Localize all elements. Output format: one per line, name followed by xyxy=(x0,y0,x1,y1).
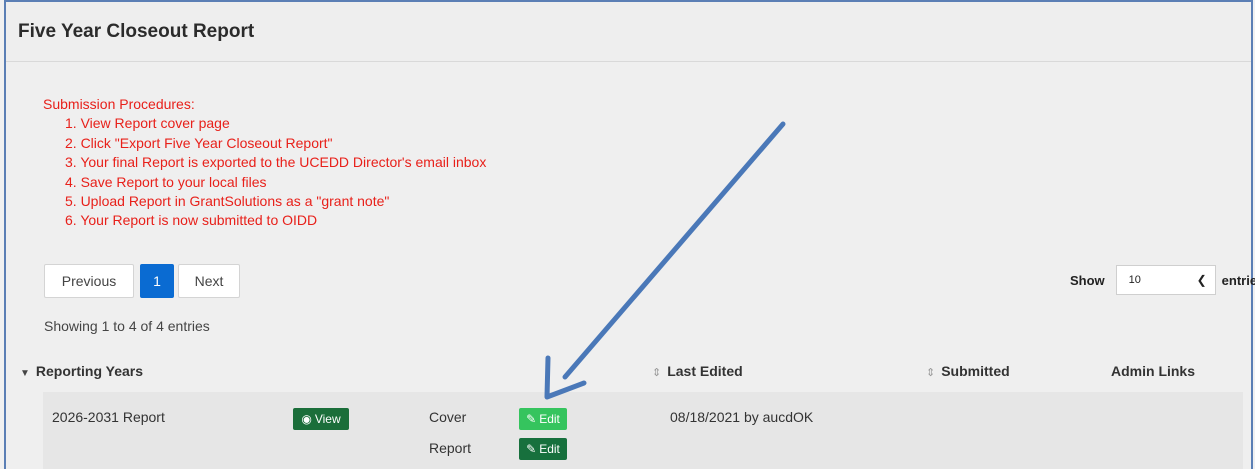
procedures-list: 1. View Report cover page 2. Click "Expo… xyxy=(43,114,486,230)
submission-procedures: Submission Procedures: 1. View Report co… xyxy=(43,95,486,231)
next-page-button[interactable]: Next xyxy=(178,264,240,298)
cover-label: Cover xyxy=(429,409,467,425)
entries-select-value: 10 xyxy=(1128,274,1141,286)
entries-length-control: Show 10 ❮ entries xyxy=(1070,264,1255,296)
page-title: Five Year Closeout Report xyxy=(18,21,255,42)
pencil-icon: ✎ xyxy=(526,412,537,426)
edit-button-label: Edit xyxy=(539,412,560,426)
table-row: 2026-2031 Report ◉ View Cover ✎ Edit Repor… xyxy=(43,392,1243,469)
chevron-down-icon: ❮ xyxy=(1196,273,1207,287)
procedure-step: 2. Click "Export Five Year Closeout Repo… xyxy=(65,134,333,151)
table-header: ▼ Reporting Years ⇕ Last Edited ⇕ Submitted… xyxy=(20,354,1251,388)
column-header-admin-links: Admin Links xyxy=(1111,363,1196,379)
procedure-step: 1. View Report cover page xyxy=(65,115,230,132)
column-header-submitted[interactable]: ⇕ Submitted xyxy=(926,363,1010,379)
column-header-last-edited[interactable]: ⇕ Last Edited xyxy=(652,363,743,379)
report-panel: Five Year Closeout Report Submission Pro… xyxy=(4,0,1255,469)
pencil-icon: ✎ xyxy=(526,442,537,456)
procedures-heading: Submission Procedures: xyxy=(43,96,195,112)
caret-down-icon: ▼ xyxy=(20,368,30,379)
pagination: Previous 1 Next xyxy=(44,263,240,299)
report-label: Report xyxy=(429,440,472,456)
edit-button-label: Edit xyxy=(539,442,560,456)
view-button[interactable]: ◉ View xyxy=(293,408,349,430)
sort-icon: ⇕ xyxy=(652,367,662,379)
view-button-label: View xyxy=(314,412,341,426)
edit-cover-button[interactable]: ✎ Edit xyxy=(519,408,567,430)
entries-select[interactable]: 10 ❮ xyxy=(1115,265,1216,295)
column-header-label: Last Edited xyxy=(667,363,743,379)
previous-page-button[interactable]: Previous xyxy=(44,264,134,298)
page-1-button[interactable]: 1 xyxy=(140,264,174,298)
edit-report-button[interactable]: ✎ Edit xyxy=(519,438,567,460)
column-header-label: Submitted xyxy=(941,363,1010,379)
entries-label: entries xyxy=(1221,272,1255,288)
procedure-step: 3. Your final Report is exported to the … xyxy=(65,154,487,171)
report-name: 2026-2031 Report xyxy=(52,409,165,425)
table-info: Showing 1 to 4 of 4 entries xyxy=(44,318,210,334)
procedure-step: 4. Save Report to your local files xyxy=(65,173,267,190)
last-edited-value: 08/18/2021 by aucdOK xyxy=(670,409,814,425)
column-header-reporting-years[interactable]: ▼ Reporting Years xyxy=(20,363,143,379)
binoculars-icon: ◉ xyxy=(301,412,312,426)
panel-header: Five Year Closeout Report xyxy=(6,0,1251,62)
procedure-step: 6. Your Report is now submitted to OIDD xyxy=(65,212,318,229)
show-label: Show xyxy=(1070,272,1105,288)
column-header-label: Reporting Years xyxy=(35,363,144,379)
procedure-step: 5. Upload Report in GrantSolutions as a … xyxy=(65,193,390,210)
sort-icon: ⇕ xyxy=(926,367,936,379)
